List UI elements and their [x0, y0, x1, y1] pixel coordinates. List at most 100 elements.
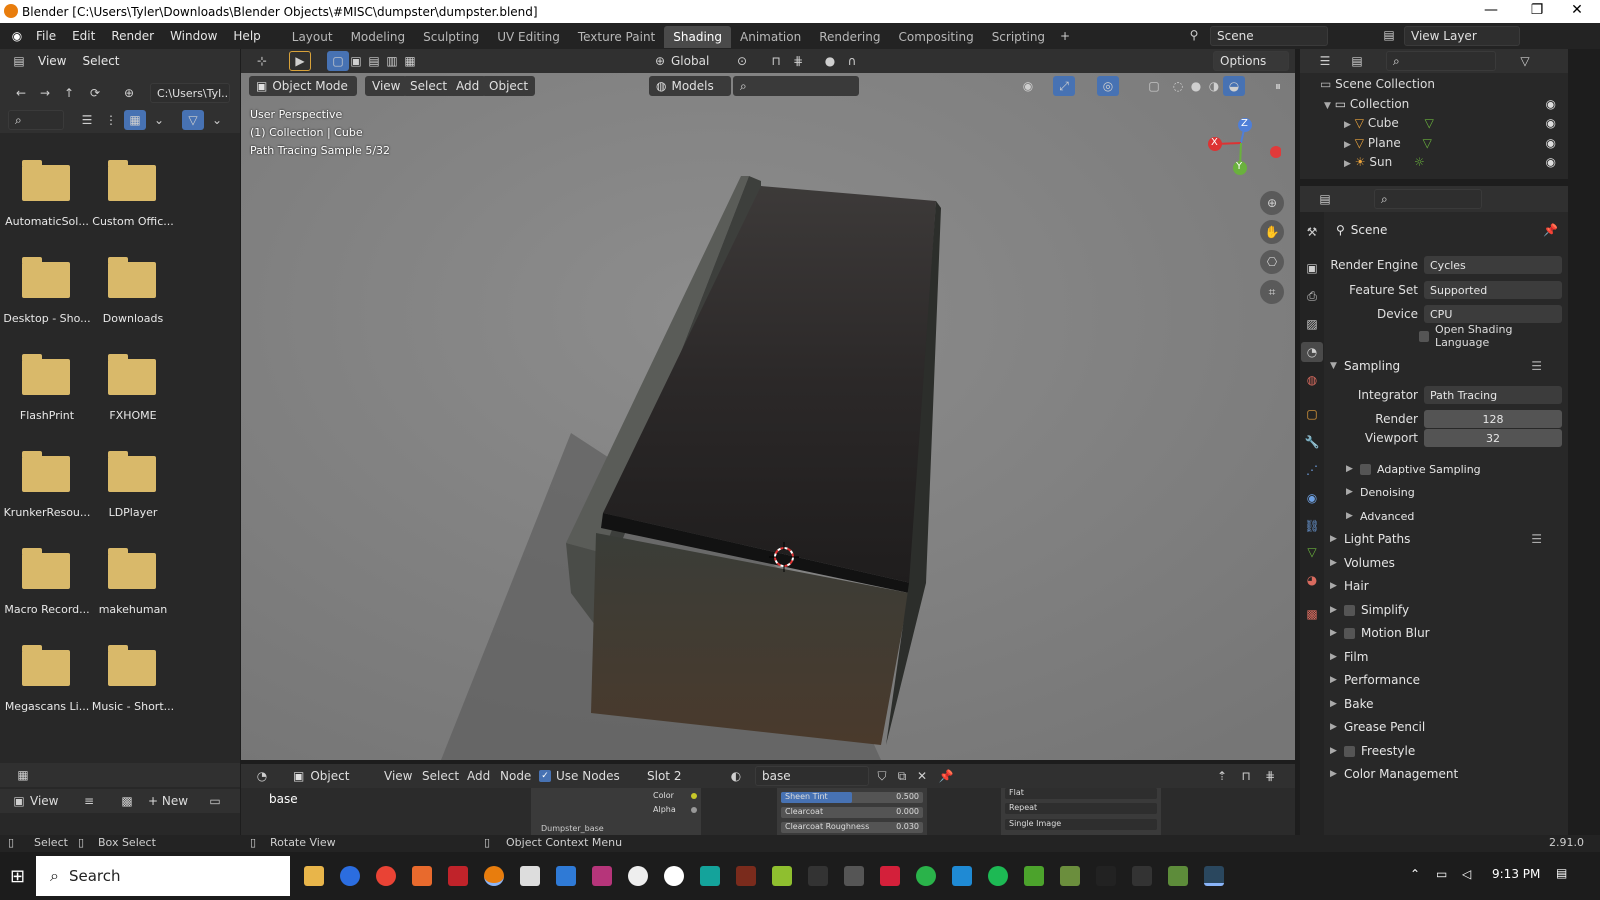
- tab-rendering[interactable]: Rendering: [810, 26, 889, 48]
- tab-texture-paint[interactable]: Texture Paint: [569, 26, 664, 48]
- eye-icon[interactable]: ◉: [1546, 155, 1556, 169]
- tray-chevron-icon[interactable]: ⌃: [1410, 867, 1420, 881]
- device-dropdown[interactable]: CPU: [1424, 305, 1562, 323]
- pause-render-icon[interactable]: ⏸: [1267, 76, 1289, 96]
- list-item[interactable]: KrunkerResou...: [2, 444, 90, 541]
- sheen-tint-slider[interactable]: Sheen Tint 0.500: [781, 792, 923, 803]
- tab-modeling[interactable]: Modeling: [342, 26, 415, 48]
- app-icon[interactable]: [1168, 866, 1188, 886]
- close-button[interactable]: ✕: [1554, 0, 1600, 23]
- app-icon[interactable]: [628, 866, 648, 886]
- constraints-tab-icon[interactable]: ⛓: [1301, 516, 1323, 536]
- options-dropdown[interactable]: Options: [1213, 51, 1289, 71]
- view-menu[interactable]: View: [30, 794, 58, 808]
- scene-collection-row[interactable]: ▭ Scene Collection: [1320, 77, 1435, 91]
- menu-help[interactable]: Help: [225, 23, 268, 49]
- list-item[interactable]: Macro Record...: [2, 541, 90, 638]
- vp-search-field[interactable]: ⌕: [733, 76, 859, 96]
- vp-menu-select[interactable]: Select: [403, 76, 455, 96]
- modifier-tab-icon[interactable]: 🔧: [1301, 432, 1323, 452]
- spotify-icon[interactable]: [988, 866, 1008, 886]
- path-field[interactable]: C:\Users\Tyl...: [150, 83, 230, 103]
- zoom-icon[interactable]: ⊕: [1260, 191, 1284, 215]
- list-view-icon[interactable]: ☰: [76, 110, 98, 130]
- file-explorer-icon[interactable]: [304, 866, 324, 886]
- clock[interactable]: 9:13 PM: [1492, 867, 1540, 881]
- motion-blur-section[interactable]: ▶ Motion Blur: [1330, 623, 1562, 643]
- list-item[interactable]: Downloads: [88, 250, 174, 347]
- list-item[interactable]: LDPlayer: [88, 444, 174, 541]
- add-workspace-icon[interactable]: +: [1054, 26, 1076, 46]
- tab-sculpting[interactable]: Sculpting: [414, 26, 488, 48]
- pin-icon[interactable]: 📌: [935, 766, 957, 786]
- volume-icon[interactable]: ◁: [1462, 867, 1471, 881]
- fb-menu-view[interactable]: View: [30, 48, 74, 74]
- eye-icon[interactable]: ◉: [1546, 136, 1556, 150]
- material-browse-icon[interactable]: ◐: [725, 766, 747, 786]
- performance-section[interactable]: ▶ Performance: [1330, 670, 1562, 690]
- alpha-socket-icon[interactable]: [691, 807, 697, 813]
- chat-app-icon[interactable]: [340, 866, 360, 886]
- material-shading-icon[interactable]: ◑: [1203, 76, 1225, 96]
- output-tab-icon[interactable]: ⎙: [1301, 286, 1323, 306]
- menu-edit[interactable]: Edit: [64, 23, 103, 49]
- clearcoat-roughness-slider[interactable]: Clearcoat Roughness 0.030: [781, 822, 923, 833]
- list-item[interactable]: Megascans Li...: [2, 638, 89, 735]
- node-editor-canvas[interactable]: base Color Alpha Dumpster_base Sheen Tin…: [241, 788, 1295, 835]
- list-item[interactable]: FXHOME: [88, 347, 174, 444]
- node-menu-select[interactable]: Select: [422, 769, 459, 783]
- menu-render[interactable]: Render: [103, 23, 162, 49]
- hamburger-icon[interactable]: ≡: [78, 791, 100, 811]
- chrome-icon[interactable]: [376, 866, 396, 886]
- tab-uv-editing[interactable]: UV Editing: [488, 26, 569, 48]
- tab-shading[interactable]: Shading: [664, 26, 731, 48]
- extension-dropdown[interactable]: Repeat: [1005, 803, 1157, 814]
- display-mode-icon[interactable]: ▤: [1346, 51, 1368, 71]
- camera-icon[interactable]: ⎔: [1260, 250, 1284, 274]
- principled-bsdf-node[interactable]: Sheen Tint 0.500 Clearcoat 0.000 Clearcoat…: [777, 788, 927, 835]
- adaptive-sampling-section[interactable]: ▶ Adaptive Sampling: [1346, 459, 1562, 479]
- film-section[interactable]: ▶ Film: [1330, 647, 1562, 667]
- list-item[interactable]: AutomaticSol...: [2, 153, 89, 250]
- app-icon[interactable]: [772, 866, 792, 886]
- freestyle-section[interactable]: ▶ Freestyle: [1330, 741, 1562, 761]
- xray-icon[interactable]: ▢: [1143, 76, 1165, 96]
- menu-file[interactable]: File: [28, 23, 64, 49]
- open-image-icon[interactable]: ▭: [204, 791, 226, 811]
- hair-section[interactable]: ▶ Hair: [1330, 576, 1562, 596]
- world-tab-icon[interactable]: ◍: [1301, 370, 1323, 390]
- taskbar-search-box[interactable]: ⌕ Search: [36, 856, 290, 896]
- bake-section[interactable]: ▶ Bake: [1330, 694, 1562, 714]
- app-icon[interactable]: [952, 866, 972, 886]
- thumbnail-view-icon[interactable]: ▦: [124, 110, 146, 130]
- app-icon[interactable]: [1132, 866, 1152, 886]
- scene-tab-icon[interactable]: ◔: [1301, 342, 1323, 362]
- fb-menu-select[interactable]: Select: [74, 48, 127, 74]
- app-icon[interactable]: [556, 866, 576, 886]
- color-socket-icon[interactable]: [691, 793, 697, 799]
- snap-node-icon[interactable]: ⊓: [1235, 766, 1257, 786]
- outliner-item-plane[interactable]: ▶ ▽ Plane ▽ ◉: [1344, 136, 1562, 150]
- app-icon[interactable]: [808, 866, 828, 886]
- outliner-type-icon[interactable]: ☰: [1314, 51, 1336, 71]
- pan-hand-icon[interactable]: ✋: [1260, 220, 1284, 244]
- list-item[interactable]: FlashPrint: [2, 347, 88, 444]
- 3d-cursor-icon[interactable]: [769, 542, 799, 572]
- advanced-section[interactable]: ▶ Advanced: [1346, 506, 1562, 526]
- network-icon[interactable]: ▭: [1436, 867, 1447, 881]
- eye-icon[interactable]: ◉: [1546, 116, 1556, 130]
- viewport-samples-field[interactable]: 32: [1424, 429, 1562, 447]
- denoising-section[interactable]: ▶ Denoising: [1346, 482, 1562, 502]
- display-settings-icon[interactable]: ⌄: [148, 110, 170, 130]
- app-icon[interactable]: [1024, 866, 1044, 886]
- outliner-item-cube[interactable]: ▶ ▽ Cube ▽ ◉: [1344, 116, 1562, 130]
- presets-icon[interactable]: ☰: [1531, 532, 1542, 546]
- collection-row[interactable]: ▼ ▭ Collection ◉: [1324, 97, 1562, 111]
- presets-icon[interactable]: ☰: [1531, 359, 1542, 373]
- fb-search-field[interactable]: ⌕: [8, 110, 64, 130]
- render-tab-icon[interactable]: ▣: [1301, 258, 1323, 278]
- steam-icon[interactable]: [1204, 866, 1224, 886]
- tab-layout[interactable]: Layout: [283, 26, 342, 48]
- shader-models-dropdown[interactable]: ◍ Models: [649, 76, 731, 96]
- detail-view-icon[interactable]: ⋮: [100, 110, 122, 130]
